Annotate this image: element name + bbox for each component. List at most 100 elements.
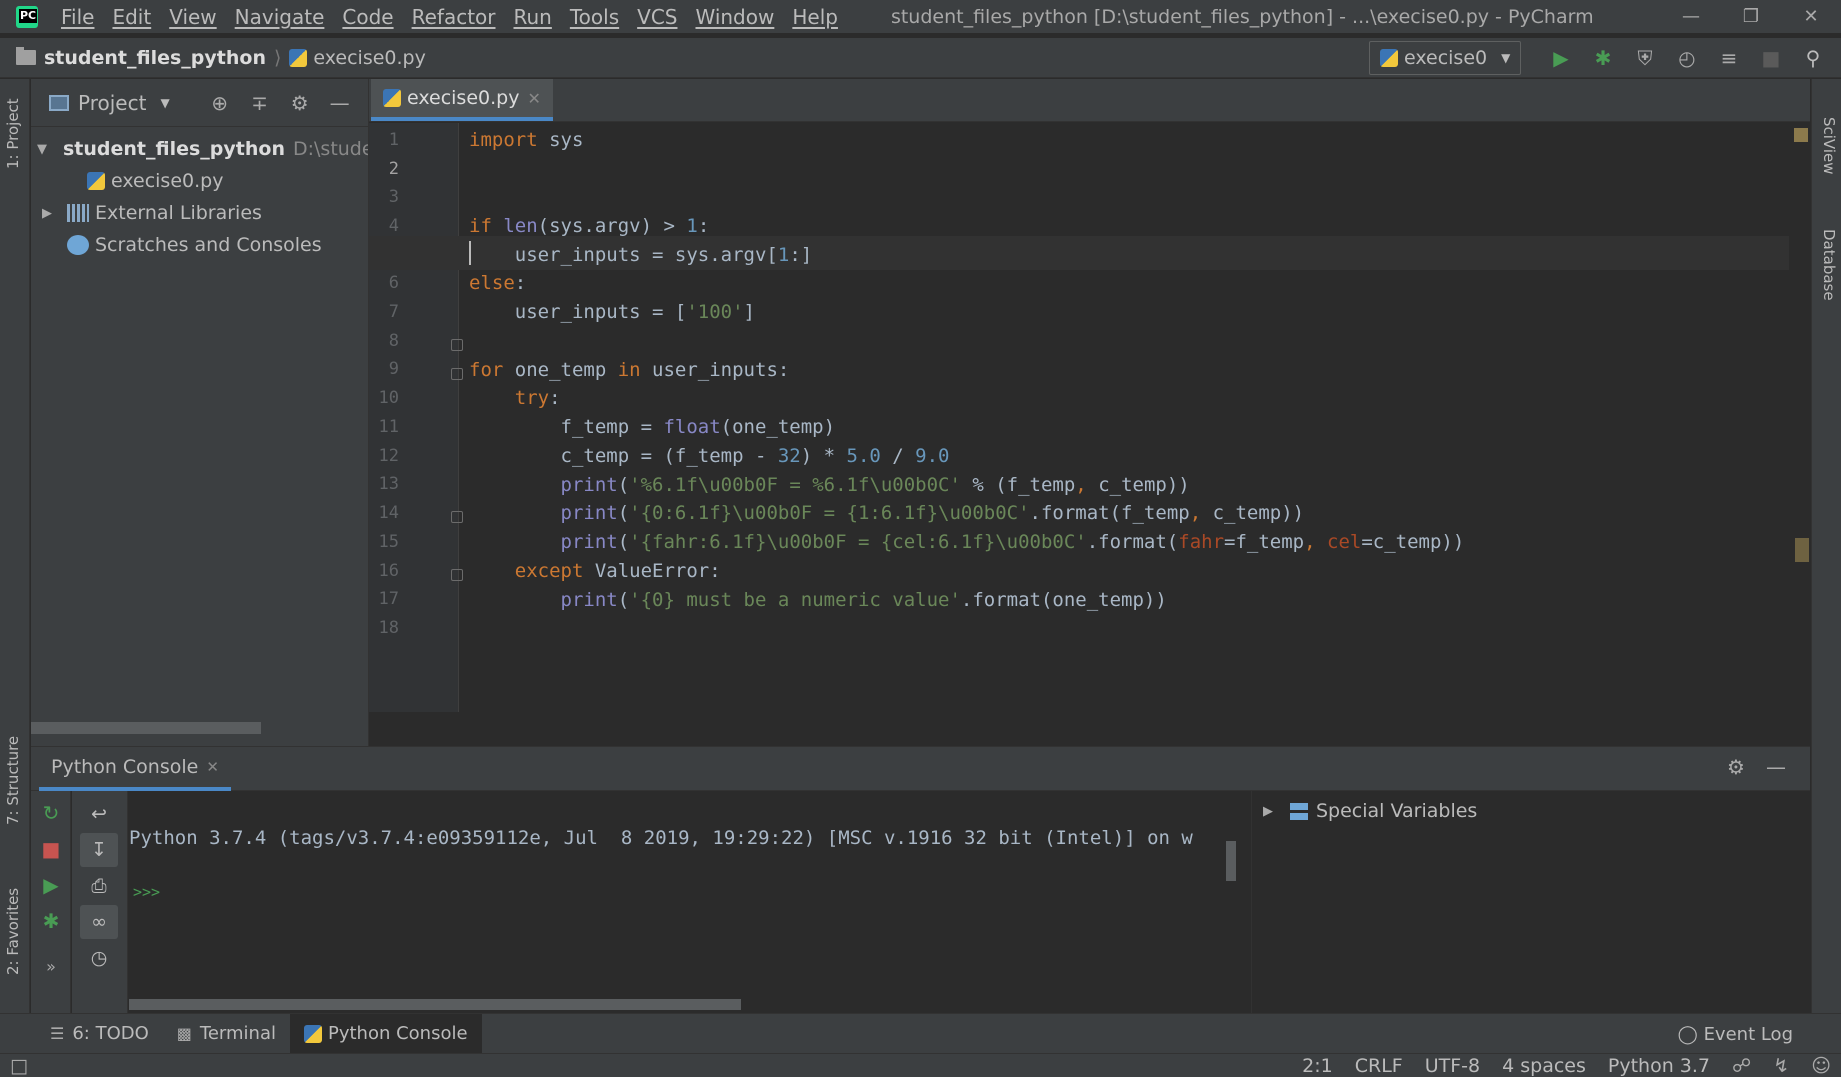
menu-help[interactable]: Help — [783, 5, 847, 29]
python-icon — [1380, 49, 1398, 67]
tab-python-console[interactable]: Python Console ✕ — [39, 747, 231, 791]
execute-icon[interactable]: ▶ — [31, 873, 71, 897]
menu-navigate[interactable]: Navigate — [226, 5, 334, 29]
console-prompt[interactable]: >>> — [133, 883, 160, 901]
window-controls: — ❐ ✕ — [1661, 0, 1841, 33]
tab-favorites[interactable]: 2: Favorites — [4, 888, 22, 975]
caret-position[interactable]: 2:1 — [1302, 1055, 1333, 1077]
breadcrumb-file[interactable]: execise0.py — [289, 47, 426, 69]
run-icon[interactable]: ▶ — [1540, 42, 1582, 74]
vertical-scrollbar[interactable] — [1226, 841, 1236, 881]
line-number: 18 — [378, 618, 399, 638]
event-log-button[interactable]: ◯ Event Log — [1678, 1024, 1793, 1045]
chevron-down-icon: ▼ — [1501, 51, 1511, 65]
expand-arrow-icon[interactable]: ▼ — [37, 142, 47, 157]
horizontal-scrollbar[interactable] — [129, 999, 741, 1010]
debug-icon[interactable]: ✱ — [31, 909, 71, 933]
tree-item-file[interactable]: execise0.py — [31, 165, 368, 197]
tab-sciview[interactable]: SciView — [1820, 117, 1838, 175]
tree-item-root[interactable]: ▼ student_files_python D:\stude — [31, 133, 368, 165]
scroll-to-end-icon[interactable]: ↧ — [80, 833, 118, 867]
search-icon[interactable]: ⚲ — [1792, 42, 1834, 74]
console-options: ↩ ↧ ⎙ ∞ ◷ — [72, 791, 128, 1014]
minimize-icon[interactable]: — — [1661, 0, 1721, 33]
console-output[interactable]: Python 3.7.4 (tags/v3.7.4:e09359112e, Ju… — [129, 791, 1240, 1014]
warning-icon[interactable] — [1794, 128, 1808, 142]
menu-edit[interactable]: Edit — [103, 5, 160, 29]
indent-setting[interactable]: 4 spaces — [1502, 1055, 1586, 1077]
line-number: 4 — [388, 216, 399, 236]
hide-icon[interactable]: — — [320, 91, 360, 115]
chevron-down-icon: ▼ — [160, 95, 170, 110]
error-stripe[interactable] — [1788, 123, 1810, 712]
more-icon[interactable]: » — [31, 957, 71, 976]
menu-vcs[interactable]: VCS — [628, 5, 686, 29]
gear-icon[interactable]: ⚙ — [1716, 755, 1756, 779]
python-file-icon — [289, 48, 308, 67]
code-area[interactable]: 1 2 3 4 5 6 7 8 9 10 11 12 13 14 15 16 1… — [369, 123, 1810, 712]
profile-icon[interactable]: ◴ — [1666, 42, 1708, 74]
warning-marker[interactable] — [1795, 538, 1809, 562]
restore-icon[interactable]: ❐ — [1721, 0, 1781, 33]
stop-icon[interactable]: ■ — [1750, 42, 1792, 74]
menu-file[interactable]: File — [52, 5, 103, 29]
hide-icon[interactable]: — — [1756, 755, 1796, 779]
line-number: 8 — [388, 331, 399, 351]
git-icon[interactable]: ↯ — [1773, 1055, 1789, 1077]
line-separator[interactable]: CRLF — [1355, 1055, 1403, 1077]
collapse-all-icon[interactable]: ∓ — [240, 91, 280, 115]
project-panel: Project ▼ ⊕ ∓ ⚙ — ▼ student_files_python… — [31, 79, 369, 746]
tree-item-scratches[interactable]: Scratches and Consoles — [31, 229, 368, 261]
close-tab-icon[interactable]: ✕ — [206, 758, 219, 776]
tab-python-console-bottom[interactable]: Python Console — [289, 1013, 482, 1054]
horizontal-scrollbar[interactable] — [31, 722, 261, 734]
inspector-icon[interactable]: ☺ — [1811, 1055, 1831, 1077]
line-number: 9 — [388, 359, 399, 379]
print-icon[interactable]: ⎙ — [80, 869, 118, 903]
fold-marker-icon[interactable] — [451, 368, 463, 380]
close-tab-icon[interactable]: ✕ — [527, 89, 540, 108]
menu-refactor[interactable]: Refactor — [403, 5, 505, 29]
gear-icon[interactable]: ⚙ — [280, 91, 320, 115]
tab-project[interactable]: 1: Project — [4, 98, 22, 169]
menu-tools[interactable]: Tools — [561, 5, 628, 29]
locate-icon[interactable]: ⊕ — [200, 91, 240, 115]
show-variables-icon[interactable]: ∞ — [80, 905, 118, 939]
tab-structure[interactable]: 7: Structure — [4, 736, 22, 825]
tab-terminal[interactable]: ▩ Terminal — [163, 1014, 290, 1054]
folder-icon — [16, 47, 36, 65]
soft-wrap-icon[interactable]: ↩ — [80, 797, 118, 831]
menu-run[interactable]: Run — [505, 5, 561, 29]
special-variables-node[interactable]: ▶ Special Variables — [1252, 793, 1810, 829]
line-number: 11 — [378, 417, 399, 437]
tab-execise0[interactable]: execise0.py ✕ — [371, 79, 553, 121]
project-view-select[interactable]: Project ▼ — [49, 91, 170, 115]
fold-marker-icon[interactable] — [451, 511, 463, 523]
rerun-icon[interactable]: ↻ — [31, 801, 71, 825]
menu-window[interactable]: Window — [686, 5, 783, 29]
coverage-icon[interactable]: ⛨ — [1624, 42, 1666, 74]
concurrency-icon[interactable]: ≡ — [1708, 42, 1750, 74]
fold-marker-icon[interactable] — [451, 339, 463, 351]
expand-arrow-icon[interactable]: ▶ — [37, 206, 57, 221]
debug-icon[interactable]: ✱ — [1582, 42, 1624, 74]
tree-item-libraries[interactable]: ▶ External Libraries — [31, 197, 368, 229]
menu-view[interactable]: View — [160, 5, 225, 29]
stop-icon[interactable]: ■ — [31, 837, 71, 861]
menu-code[interactable]: Code — [333, 5, 402, 29]
run-configuration-select[interactable]: execise0 ▼ — [1369, 41, 1521, 75]
close-icon[interactable]: ✕ — [1781, 0, 1841, 33]
tab-database[interactable]: Database — [1820, 229, 1838, 301]
fold-marker-icon[interactable] — [451, 569, 463, 581]
expand-arrow-icon[interactable]: ▶ — [1258, 804, 1278, 819]
library-icon — [67, 204, 89, 222]
python-file-icon — [383, 89, 401, 107]
tab-todo[interactable]: ☰ 6: TODO — [36, 1014, 163, 1054]
lock-icon[interactable]: ☍ — [1732, 1055, 1751, 1077]
interpreter-select[interactable]: Python 3.7 — [1608, 1055, 1710, 1077]
file-encoding[interactable]: UTF-8 — [1425, 1055, 1480, 1077]
chat-bubble-icon: ◯ — [1677, 1024, 1698, 1045]
history-icon[interactable]: ◷ — [80, 941, 118, 975]
breadcrumb-project[interactable]: student_files_python — [0, 47, 266, 69]
toggle-tool-windows-icon[interactable]: □ — [10, 1055, 28, 1077]
